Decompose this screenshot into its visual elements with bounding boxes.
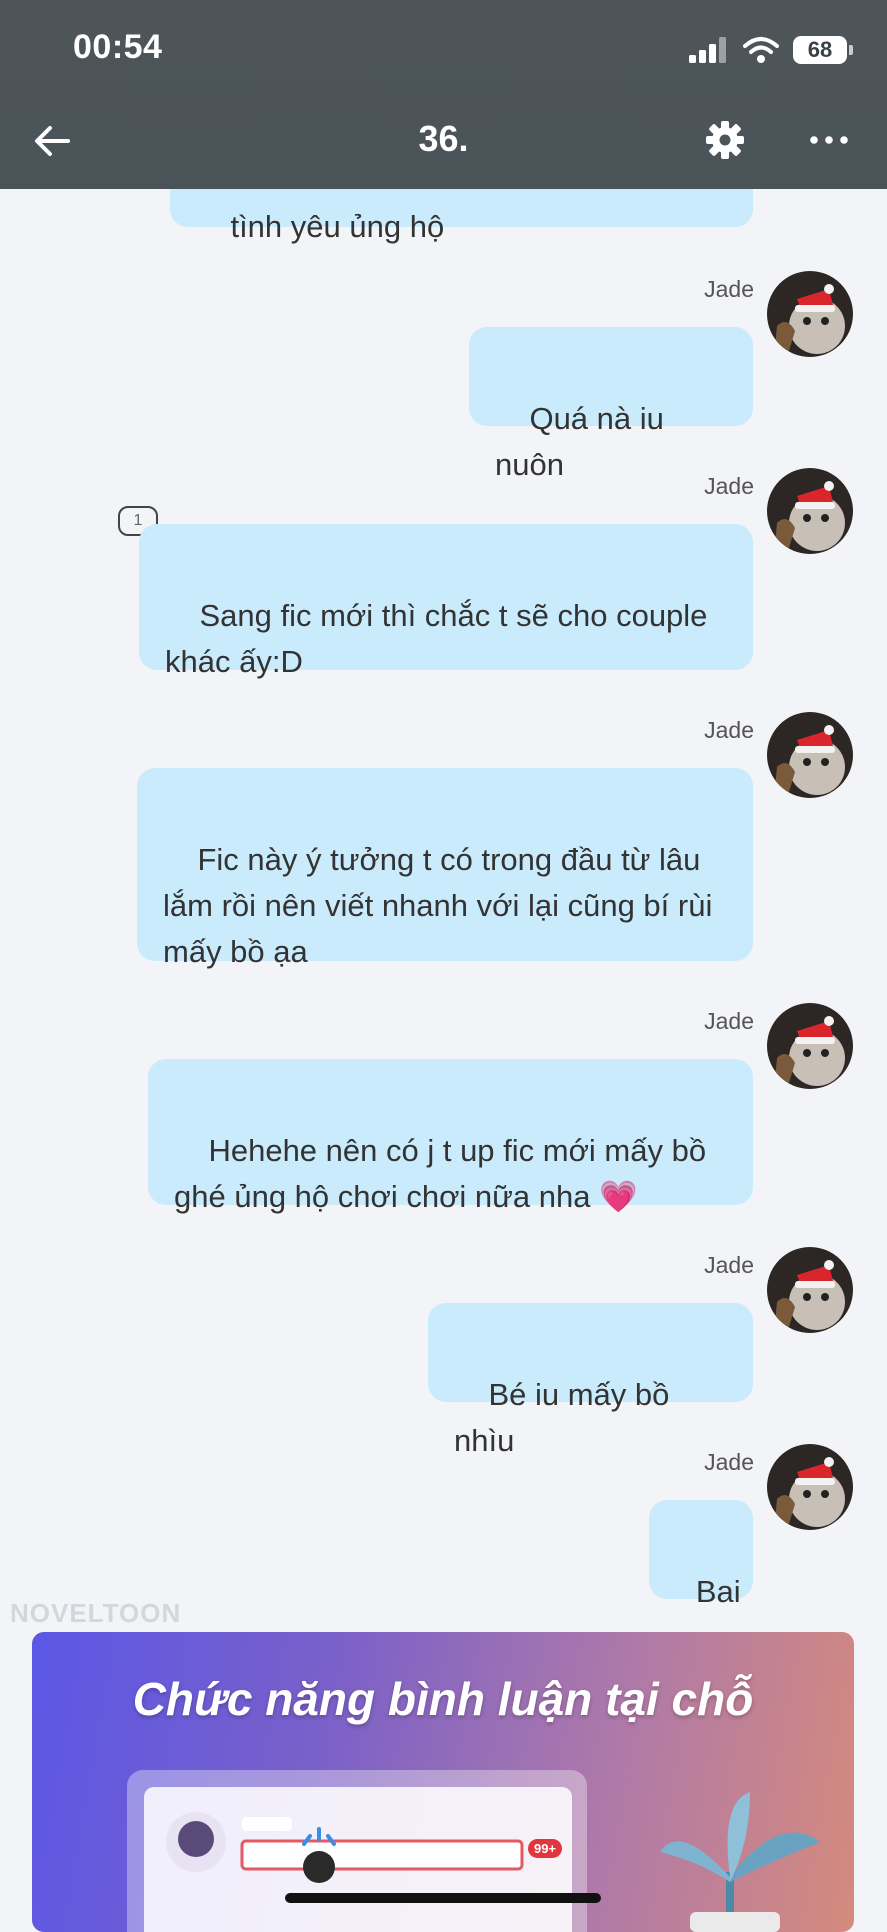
message-bubble[interactable]: Bé iu mấy bồ nhìu	[428, 1303, 753, 1458]
message-bubble[interactable]: Hehehe nên có j t up fic mới mấy bồ ghé …	[148, 1059, 753, 1214]
message-text: Bé iu mấy bồ nhìu	[454, 1377, 679, 1458]
status-time: 00:54	[73, 28, 163, 66]
message-text: Sang fic mới thì chắc t sẽ cho couple kh…	[165, 598, 717, 679]
sender-name: Jade	[704, 1008, 754, 1034]
more-options-icon[interactable]	[808, 128, 850, 152]
count-badge: 99+	[528, 1839, 563, 1858]
avatar-image	[767, 1247, 853, 1333]
sender-name: Jade	[704, 717, 754, 743]
chat-thread: tình yêu ủng hộ Jade Quá nà iu nuôn Jade…	[0, 0, 887, 1620]
plant-illustration	[660, 1792, 820, 1932]
sender-name: Jade	[704, 1252, 754, 1278]
sender-name: Jade	[704, 1449, 754, 1475]
avatar[interactable]	[767, 1247, 853, 1333]
avatar-image	[767, 1003, 853, 1089]
battery-icon: 68	[793, 36, 853, 64]
avatar[interactable]	[767, 1444, 853, 1530]
avatar-image	[767, 1444, 853, 1530]
cellular-signal-icon	[689, 37, 726, 63]
avatar[interactable]	[767, 712, 853, 798]
chapter-title: 36.	[418, 118, 469, 159]
message-text: tình yêu ủng hộ	[230, 209, 445, 244]
avatar-image	[767, 712, 853, 798]
sender-name: Jade	[704, 276, 754, 302]
message-bubble[interactable]: Fic này ý tưởng t có trong đầu từ lâu lắ…	[137, 768, 753, 969]
status-icons: 68	[689, 30, 853, 70]
message-bubble[interactable]: Bai	[649, 1500, 753, 1609]
message-bubble[interactable]: Quá nà iu nuôn	[469, 327, 753, 482]
message-text: Bai	[695, 1574, 741, 1609]
message-text: Hehehe nên có j t up fic mới mấy bồ ghé …	[174, 1133, 715, 1214]
promo-banner[interactable]: Chức năng bình luận tại chỗ 99+	[32, 1632, 854, 1932]
gear-icon[interactable]	[704, 119, 746, 161]
message-bubble[interactable]: Sang fic mới thì chắc t sẽ cho couple kh…	[139, 524, 753, 679]
avatar[interactable]	[767, 271, 853, 357]
avatar[interactable]	[767, 1003, 853, 1089]
comment-illustration: 99+	[144, 1787, 572, 1932]
sender-name: Jade	[704, 473, 754, 499]
wifi-icon	[743, 37, 779, 63]
avatar-image	[767, 468, 853, 554]
message-text: Quá nà iu nuôn	[495, 401, 673, 482]
top-bar: 00:54 68 36.	[0, 0, 887, 189]
message-text: Fic này ý tưởng t có trong đầu từ lâu lắ…	[163, 842, 721, 969]
noveltoon-watermark: NOVELTOON	[10, 1598, 182, 1628]
avatar-image	[767, 271, 853, 357]
home-indicator[interactable]	[285, 1893, 601, 1903]
banner-title: Chức năng bình luận tại chỗ	[132, 1673, 754, 1725]
avatar[interactable]	[767, 468, 853, 554]
